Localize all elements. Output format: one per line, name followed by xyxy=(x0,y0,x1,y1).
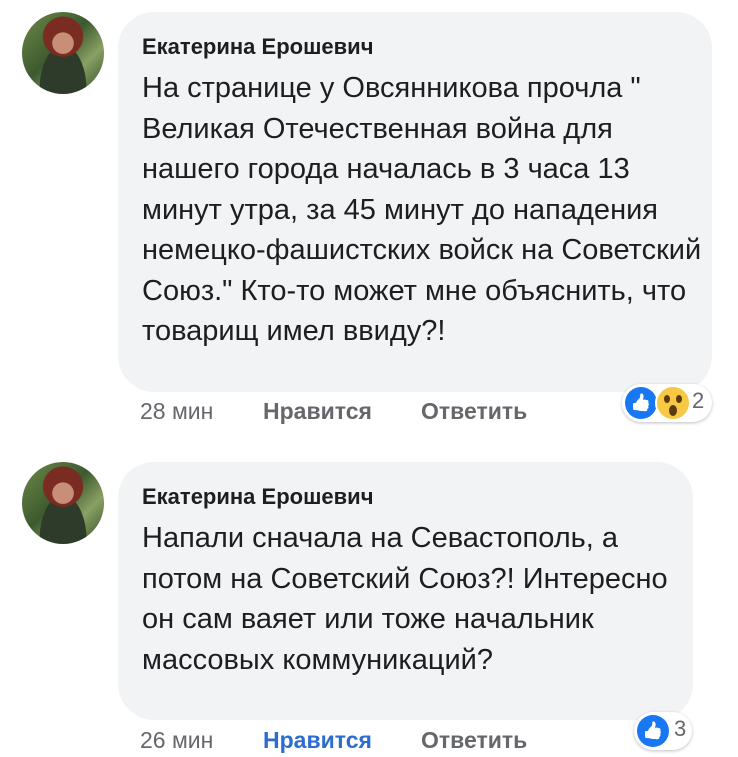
reply-button[interactable]: Ответить xyxy=(421,398,527,425)
like-button[interactable]: Нравится xyxy=(263,727,372,754)
reply-button[interactable]: Ответить xyxy=(421,727,527,754)
wow-reaction-icon xyxy=(655,385,691,421)
comment-text: На странице у Овсянникова прочла " Велик… xyxy=(142,72,702,347)
reactions-summary[interactable]: 3 xyxy=(634,712,692,750)
comment-bubble: Екатерина Ерошевич На странице у Овсянни… xyxy=(118,12,712,392)
comment-author[interactable]: Екатерина Ерошевич xyxy=(142,34,373,60)
comment-text: Напали сначала на Севастополь, а потом н… xyxy=(142,522,668,676)
like-button[interactable]: Нравится xyxy=(263,398,372,425)
reactions-summary[interactable]: 2 xyxy=(622,384,712,422)
reaction-count: 2 xyxy=(692,388,705,413)
like-reaction-icon xyxy=(637,715,669,747)
avatar[interactable] xyxy=(22,462,104,544)
reaction-count: 3 xyxy=(674,716,687,741)
comment-author[interactable]: Екатерина Ерошевич xyxy=(142,484,373,510)
like-reaction-icon xyxy=(625,387,657,419)
avatar[interactable] xyxy=(22,12,104,94)
comment-bubble: Екатерина Ерошевич Напали сначала на Сев… xyxy=(118,462,693,720)
comment-timestamp[interactable]: 26 мин xyxy=(140,727,213,754)
comment-timestamp[interactable]: 28 мин xyxy=(140,398,213,425)
